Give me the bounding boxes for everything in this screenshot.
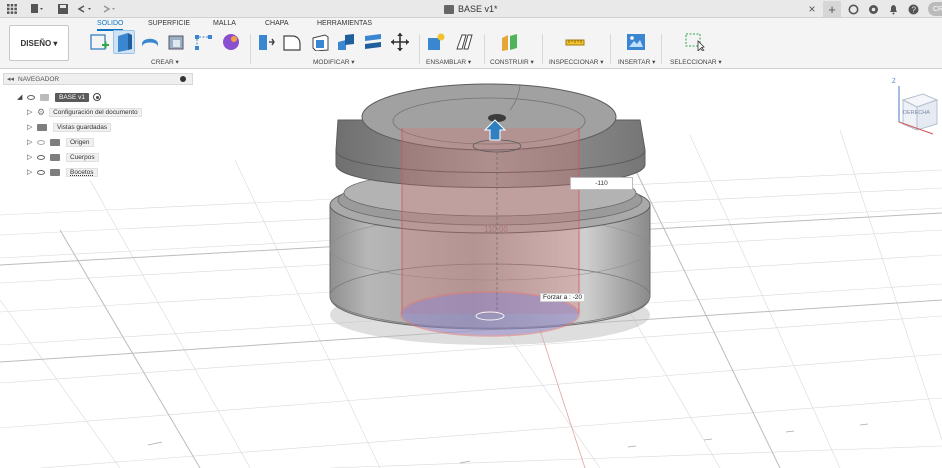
close-tab-button[interactable]: × bbox=[806, 1, 818, 17]
extrude-preview bbox=[402, 128, 579, 314]
tree-item-label: Vistas guardadas bbox=[53, 122, 112, 132]
expand-icon[interactable]: ▷ bbox=[27, 153, 37, 161]
create-sketch-icon[interactable] bbox=[90, 32, 110, 51]
tree-item-configuracion[interactable]: ▷ ⚙ Configuración del documento bbox=[27, 106, 142, 118]
file-menu-icon[interactable] bbox=[30, 1, 46, 17]
offset-plane-icon[interactable] bbox=[500, 32, 520, 51]
cube-icon bbox=[444, 4, 454, 14]
group-crear[interactable]: CREAR ▾ bbox=[151, 58, 179, 66]
tab-superficie[interactable]: SUPERFICIE bbox=[148, 20, 190, 27]
create-form-icon[interactable] bbox=[221, 32, 241, 51]
select-window-icon[interactable] bbox=[685, 32, 705, 51]
new-tab-button[interactable]: + bbox=[823, 1, 841, 17]
tree-item-vistas[interactable]: ▷ Vistas guardadas bbox=[27, 121, 112, 133]
shell-icon[interactable] bbox=[310, 32, 330, 51]
group-construir[interactable]: CONSTRUIR ▾ bbox=[490, 58, 534, 66]
apps-grid-icon[interactable] bbox=[6, 1, 18, 17]
joint-icon[interactable] bbox=[454, 32, 474, 51]
document-tab[interactable]: BASE v1* bbox=[444, 2, 498, 16]
fillet-icon[interactable] bbox=[282, 32, 302, 51]
folder-icon bbox=[37, 123, 47, 131]
document-icon bbox=[40, 93, 49, 101]
user-avatar[interactable]: CR bbox=[928, 2, 942, 16]
folder-icon bbox=[50, 168, 60, 176]
visibility-eye-icon[interactable] bbox=[37, 154, 45, 160]
extensions-icon[interactable] bbox=[866, 1, 880, 17]
extrude-distance-input[interactable] bbox=[570, 177, 633, 190]
expand-icon[interactable]: ◢ bbox=[17, 93, 27, 101]
group-inspeccionar[interactable]: INSPECCIONAR ▾ bbox=[549, 58, 604, 66]
expand-icon[interactable]: ▷ bbox=[27, 138, 37, 146]
folder-icon bbox=[50, 138, 60, 146]
move-icon[interactable] bbox=[390, 32, 410, 51]
folder-icon bbox=[50, 153, 60, 161]
measure-icon[interactable] bbox=[565, 32, 585, 51]
axis-line bbox=[539, 329, 586, 468]
tree-item-bocetos[interactable]: ▷ Bocetos bbox=[27, 166, 98, 178]
group-seleccionar[interactable]: SELECCIONAR ▾ bbox=[670, 58, 722, 66]
title-bar: BASE v1* × + ? CR bbox=[0, 0, 942, 18]
force-value-tooltip: Forzar a : -20 bbox=[540, 293, 586, 302]
model-scene[interactable] bbox=[0, 70, 942, 468]
visibility-eye-icon[interactable] bbox=[37, 139, 45, 145]
navigator-header[interactable]: ◂◂ NAVEGADOR bbox=[3, 73, 193, 85]
gear-icon: ⚙ bbox=[37, 106, 46, 117]
viewcube-face-label: DERECHA bbox=[903, 110, 930, 116]
tree-item-label: Bocetos bbox=[66, 167, 98, 177]
collapse-icon[interactable]: ◂◂ bbox=[7, 75, 14, 83]
ribbon-toolbar: DISEÑO ▾ SOLIDO SUPERFICIE MALLA CHAPA H… bbox=[0, 18, 942, 69]
visibility-eye-icon[interactable] bbox=[27, 94, 35, 100]
pattern-icon[interactable] bbox=[194, 32, 214, 51]
separator bbox=[661, 34, 662, 64]
new-component-icon[interactable] bbox=[426, 32, 446, 51]
separator bbox=[610, 34, 611, 64]
visibility-eye-icon[interactable] bbox=[37, 169, 45, 175]
tree-item-origen[interactable]: ▷ Origen bbox=[27, 136, 94, 148]
extrude-icon[interactable] bbox=[113, 30, 135, 54]
tree-item-label: Origen bbox=[66, 137, 94, 147]
tree-root[interactable]: ◢ BASE v1 bbox=[17, 91, 102, 103]
tab-malla[interactable]: MALLA bbox=[213, 20, 236, 27]
top-hole bbox=[488, 114, 506, 122]
group-ensamblar[interactable]: ENSAMBLAR ▾ bbox=[426, 58, 471, 66]
root-component-label[interactable]: BASE v1 bbox=[55, 92, 90, 102]
group-modificar[interactable]: MODIFICAR ▾ bbox=[313, 58, 355, 66]
expand-icon[interactable]: ▷ bbox=[27, 168, 37, 176]
tab-chapa[interactable]: CHAPA bbox=[265, 20, 289, 27]
svg-text:?: ? bbox=[911, 5, 916, 14]
document-title: BASE v1* bbox=[458, 4, 498, 14]
sweep-icon[interactable] bbox=[167, 32, 187, 51]
navigator-title: NAVEGADOR bbox=[18, 75, 60, 83]
tab-solido[interactable]: SOLIDO bbox=[97, 20, 123, 27]
notifications-bell-icon[interactable] bbox=[886, 1, 900, 17]
redo-icon[interactable] bbox=[100, 1, 118, 17]
separator bbox=[542, 34, 543, 64]
revolve-icon[interactable] bbox=[140, 32, 160, 51]
press-pull-icon[interactable] bbox=[256, 32, 276, 51]
expand-icon[interactable]: ▷ bbox=[27, 108, 37, 116]
tree-item-label: Cuerpos bbox=[66, 152, 99, 162]
pin-icon[interactable] bbox=[180, 76, 186, 82]
workspace-switcher[interactable]: DISEÑO ▾ bbox=[9, 25, 69, 61]
separator bbox=[419, 34, 420, 64]
save-icon[interactable] bbox=[57, 1, 69, 17]
separator bbox=[484, 34, 485, 64]
expand-icon[interactable]: ▷ bbox=[27, 123, 37, 131]
grid-ticks bbox=[147, 423, 869, 464]
combine-icon[interactable] bbox=[336, 32, 356, 51]
ghost-dimension-label: 110.00 bbox=[484, 225, 508, 234]
help-icon[interactable]: ? bbox=[906, 1, 920, 17]
tree-item-label: Configuración del documento bbox=[49, 107, 142, 117]
job-status-icon[interactable] bbox=[846, 1, 860, 17]
group-insertar[interactable]: INSERTAR ▾ bbox=[618, 58, 655, 66]
tree-item-cuerpos[interactable]: ▷ Cuerpos bbox=[27, 151, 99, 163]
3d-viewport[interactable]: Z DERECHA ◂◂ NAVEGADOR ◢ BASE v1 ▷ ⚙ Con… bbox=[0, 70, 942, 468]
split-body-icon[interactable] bbox=[363, 32, 383, 51]
separator bbox=[250, 34, 251, 64]
tab-herramientas[interactable]: HERRAMIENTAS bbox=[317, 20, 372, 27]
undo-icon[interactable] bbox=[76, 1, 94, 17]
activate-radio-icon[interactable] bbox=[93, 93, 102, 101]
axis-z-label: Z bbox=[892, 79, 896, 85]
insert-image-icon[interactable] bbox=[626, 32, 646, 51]
